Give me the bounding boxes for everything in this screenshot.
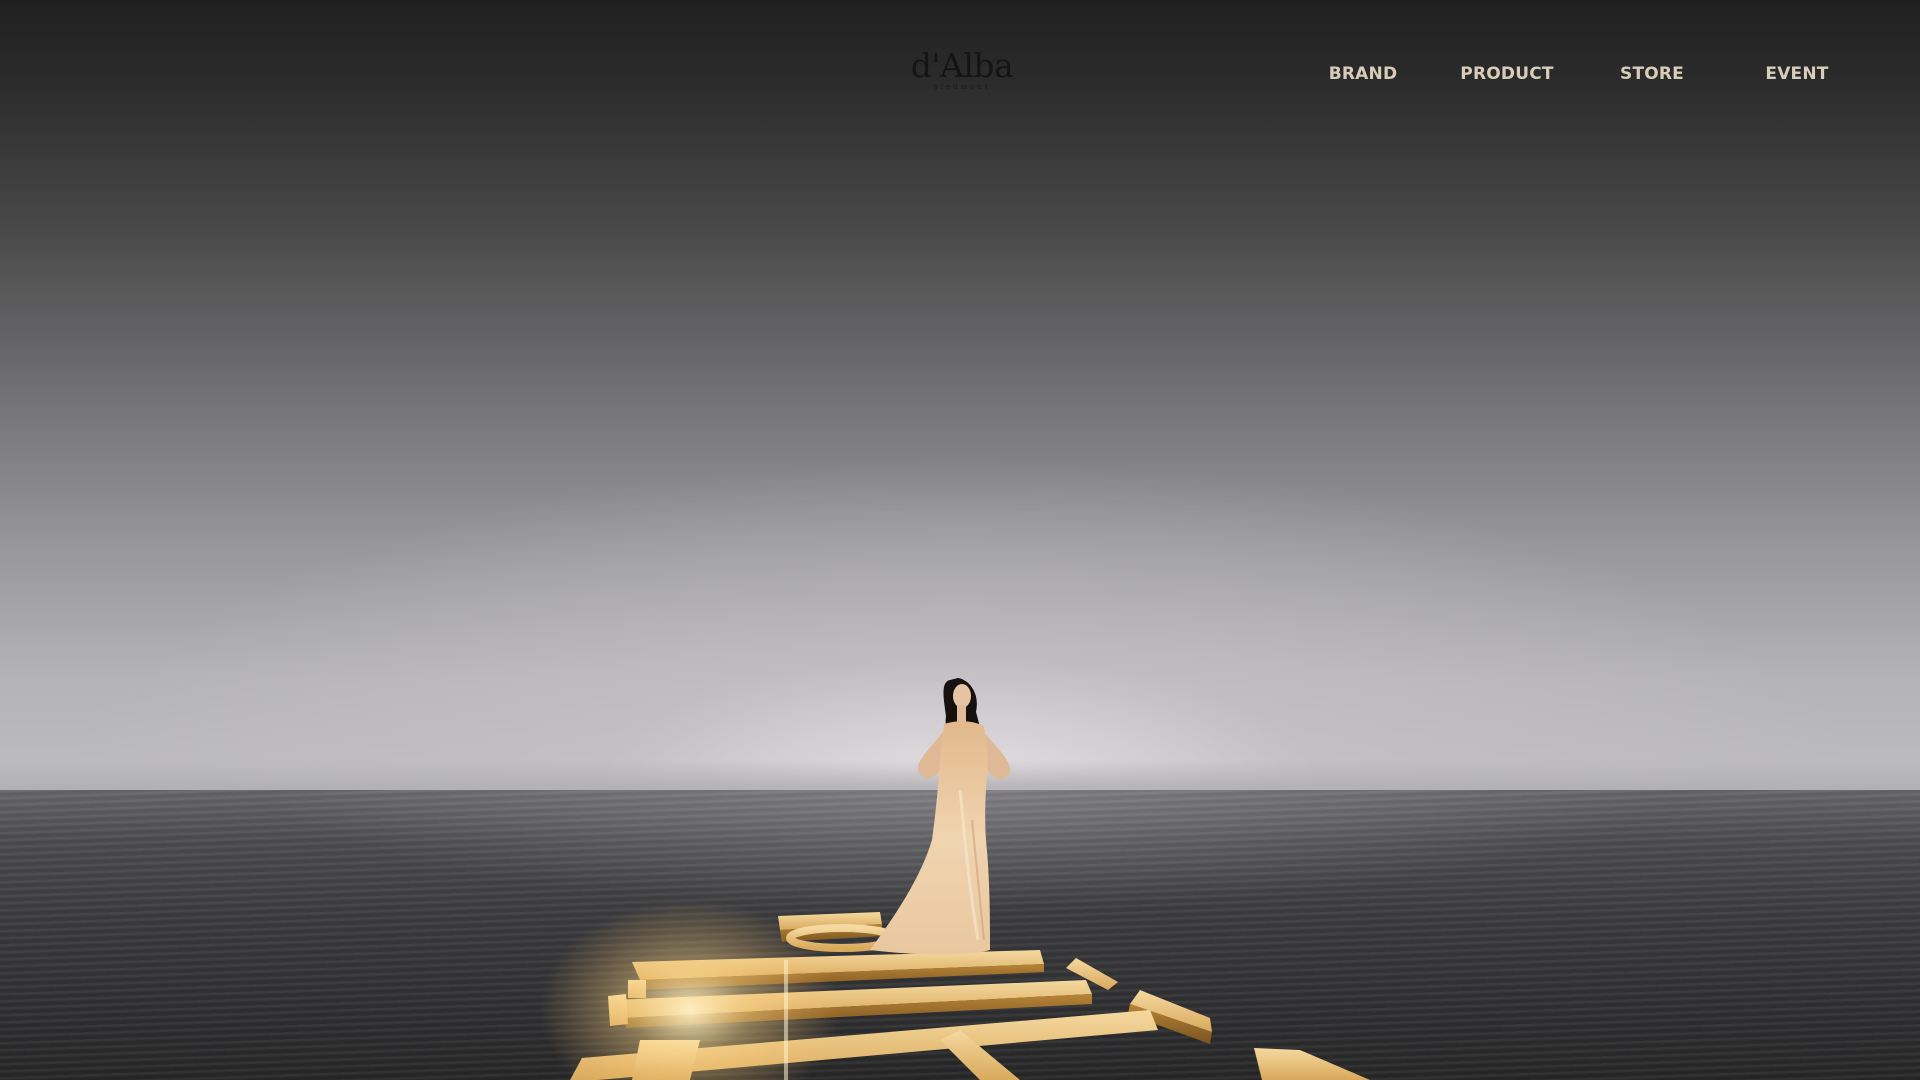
page: d'Alba piedmont BRAND PRODUCT STORE EVEN… bbox=[0, 0, 1920, 1080]
nav-item-product[interactable]: PRODUCT bbox=[1460, 64, 1553, 84]
nav-item-brand[interactable]: BRAND bbox=[1329, 64, 1398, 84]
main-nav: BRAND PRODUCT STORE EVENT bbox=[1300, 64, 1860, 90]
logo-wordmark: d'Alba bbox=[910, 46, 1014, 85]
nav-item-store[interactable]: STORE bbox=[1620, 64, 1684, 84]
nav-item-event[interactable]: EVENT bbox=[1765, 64, 1828, 84]
face bbox=[953, 684, 971, 708]
hero-banner bbox=[0, 0, 1920, 1080]
brand-logo[interactable]: d'Alba piedmont bbox=[902, 46, 1022, 92]
woman-figure bbox=[870, 678, 1011, 955]
site-header: d'Alba piedmont BRAND PRODUCT STORE EVEN… bbox=[0, 0, 1920, 150]
